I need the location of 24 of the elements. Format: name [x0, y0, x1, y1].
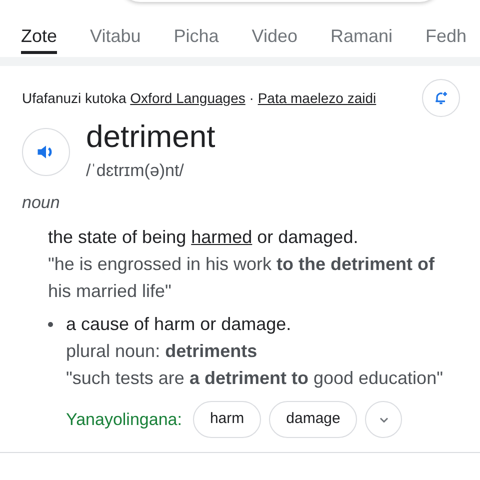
link[interactable]: Pata maelezo zaidi — [258, 90, 376, 106]
save-alert-button[interactable] — [422, 79, 460, 117]
pronunciation: /ˈdɛtrɪm(ə)nt/ — [86, 160, 185, 182]
source-line: Ufafanuzi kutoka Oxford Languages · Pata maelezo zaidi — [22, 90, 376, 106]
headword: detriment — [86, 118, 216, 156]
definition: the state of being harmed or damaged. — [48, 227, 358, 247]
tab[interactable]: Video — [252, 22, 298, 54]
link[interactable]: Oxford Languages — [130, 90, 246, 106]
part-of-speech: noun — [22, 193, 60, 212]
synonym-chip[interactable]: damage — [269, 401, 358, 438]
definition: a cause of harm or damage. — [66, 314, 292, 334]
speaker-button[interactable] — [22, 128, 70, 176]
tab[interactable]: Zote — [21, 22, 58, 54]
example-sentence: "he is engrossed in his work to the detriment of his married life" — [48, 253, 436, 303]
tab[interactable]: Vitabu — [90, 22, 141, 54]
grammar-note: plural noun: detriments — [66, 340, 258, 363]
example-sentence: "such tests are a detriment to good education" — [66, 367, 443, 390]
tab[interactable]: Fedh — [426, 22, 467, 54]
bell-plus-icon — [433, 90, 449, 106]
link[interactable]: harmed — [191, 227, 252, 247]
tab[interactable]: Ramani — [330, 22, 393, 54]
tab[interactable]: Picha — [174, 22, 219, 54]
synonym-chip[interactable]: harm — [192, 401, 262, 438]
synonyms-label: Yanayolingana: — [66, 408, 182, 431]
